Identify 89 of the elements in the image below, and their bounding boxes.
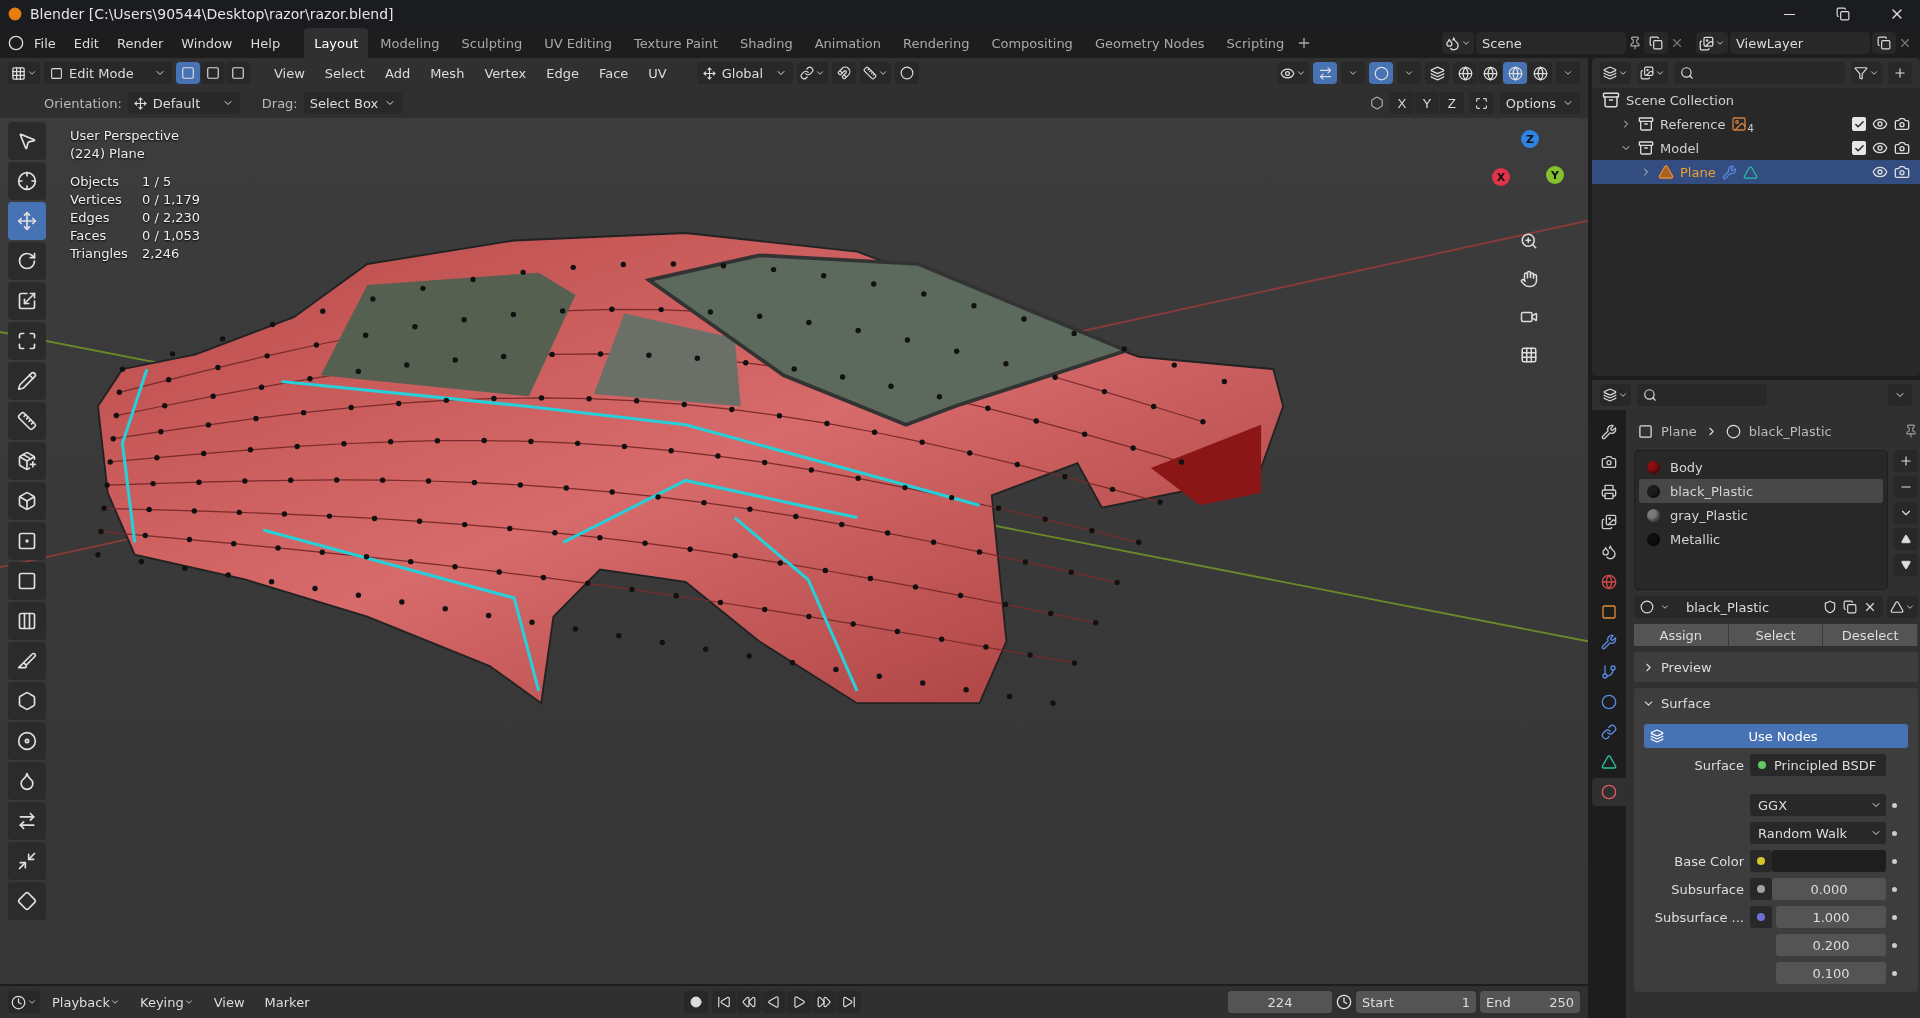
drag-label: Drag: bbox=[261, 95, 298, 111]
axis-gizmo-handle[interactable]: X bbox=[1492, 168, 1510, 186]
number-field[interactable]: 0.100 bbox=[1776, 962, 1886, 984]
workspace-tab[interactable]: Rendering bbox=[893, 28, 980, 58]
workspace-tab[interactable]: Layout bbox=[304, 28, 369, 58]
property-label: Subsurface ... bbox=[1653, 909, 1744, 925]
material-slot[interactable]: gray_Plastic bbox=[1639, 503, 1883, 527]
menu-item[interactable]: Edge bbox=[538, 62, 587, 84]
workspace-tab[interactable]: Animation bbox=[804, 28, 891, 58]
menu-item[interactable]: Face bbox=[590, 62, 637, 84]
material-name-field[interactable]: black_Plastic bbox=[1634, 596, 1883, 618]
menu-item[interactable]: Add bbox=[376, 62, 419, 84]
view-name: User Perspective bbox=[70, 128, 181, 143]
axis-toggle[interactable]: X bbox=[1389, 92, 1414, 114]
menu-item[interactable]: UV bbox=[640, 62, 675, 84]
property-label: Base Color bbox=[1673, 853, 1744, 869]
property-label: Surface bbox=[1693, 757, 1744, 773]
window-title: Blender [C:\Users\90544\Desktop\razor\razor.blend] bbox=[30, 6, 395, 22]
orientation-label: Orientation: bbox=[44, 95, 122, 111]
stat-label: Objects bbox=[70, 174, 121, 189]
drag-dropdown[interactable]: Select Box bbox=[303, 92, 403, 114]
number-field[interactable]: 0.000 bbox=[1772, 878, 1886, 900]
outliner-row[interactable]: Model bbox=[1592, 136, 1920, 160]
object-name: (224) Plane bbox=[70, 146, 146, 161]
stat-value: 0 / 1,053 bbox=[142, 228, 201, 243]
workspace-tab[interactable]: UV Editing bbox=[534, 28, 622, 58]
orientation-dropdown[interactable]: Global bbox=[696, 62, 794, 84]
material-slot[interactable]: Body bbox=[1639, 455, 1883, 479]
stat-label: Triangles bbox=[70, 246, 129, 261]
property-label: Subsurface bbox=[1670, 881, 1744, 897]
stat-value: 1 / 5 bbox=[142, 174, 173, 189]
action-button[interactable]: Deselect bbox=[1823, 624, 1918, 646]
menu-item[interactable]: Mesh bbox=[422, 62, 473, 84]
stat-label: Faces bbox=[70, 228, 108, 243]
menu-item[interactable]: Vertex bbox=[476, 62, 535, 84]
action-button[interactable]: Select bbox=[1728, 624, 1824, 646]
workspace-tab[interactable]: Modeling bbox=[370, 28, 450, 58]
axis-toggle[interactable]: Z bbox=[1439, 92, 1464, 114]
dropdown[interactable]: Random Walk bbox=[1750, 822, 1886, 844]
shader-field[interactable]: Principled BSDF bbox=[1750, 754, 1886, 776]
outliner-row[interactable]: Plane bbox=[1592, 160, 1920, 184]
stat-label: Edges bbox=[70, 210, 111, 225]
workspace-tab[interactable]: Scripting bbox=[1216, 28, 1295, 58]
dropdown[interactable]: GGX bbox=[1750, 794, 1886, 816]
outliner-root-name: Scene Collection bbox=[1626, 92, 1735, 108]
number-field[interactable]: 0.200 bbox=[1776, 934, 1886, 956]
axis-gizmo-handle[interactable]: Y bbox=[1546, 166, 1564, 184]
menu-item[interactable]: View bbox=[266, 62, 313, 84]
menu-item[interactable]: Marker bbox=[256, 991, 318, 1013]
view-layer-field[interactable]: ViewLayer bbox=[1730, 32, 1870, 54]
stat-value: 2,246 bbox=[142, 246, 181, 261]
menu-item[interactable]: View bbox=[205, 991, 253, 1013]
material-slot[interactable]: black_Plastic bbox=[1639, 479, 1883, 503]
breadcrumb-item: Plane bbox=[1661, 423, 1697, 439]
menu-item[interactable]: Render bbox=[108, 32, 172, 54]
number-field[interactable]: 1.000 bbox=[1776, 906, 1886, 928]
use-nodes-button[interactable]: Use Nodes bbox=[1644, 724, 1908, 748]
menu-item[interactable]: Window bbox=[173, 32, 241, 54]
axis-gizmo-handle[interactable]: Z bbox=[1521, 130, 1539, 148]
menu-item[interactable]: Help bbox=[242, 32, 289, 54]
material-slot[interactable]: Metallic bbox=[1639, 527, 1883, 551]
current-frame-field[interactable]: 224 bbox=[1228, 991, 1332, 1013]
stat-value: 0 / 2,230 bbox=[142, 210, 201, 225]
menu-item[interactable]: Keying bbox=[132, 991, 202, 1013]
workspace-tab[interactable]: Compositing bbox=[981, 28, 1083, 58]
workspace-tab[interactable]: Texture Paint bbox=[624, 28, 728, 58]
outliner-item-name: Model bbox=[1660, 140, 1700, 156]
workspace-tab[interactable]: Shading bbox=[729, 28, 803, 58]
menu-item[interactable]: Select bbox=[316, 62, 373, 84]
options-dropdown[interactable]: Options bbox=[1499, 92, 1580, 114]
outliner-item-name: Reference bbox=[1660, 116, 1726, 132]
item-count: 4 bbox=[1747, 122, 1754, 134]
action-button[interactable]: Assign bbox=[1634, 624, 1729, 646]
workspace-tab[interactable]: Sculpting bbox=[451, 28, 533, 58]
axis-toggle[interactable]: Y bbox=[1414, 92, 1439, 114]
menu-item[interactable]: Edit bbox=[65, 32, 107, 54]
mode-dropdown[interactable]: Edit Mode bbox=[44, 62, 172, 84]
orientation-dropdown[interactable]: Default bbox=[127, 92, 240, 114]
outliner-item-name: Plane bbox=[1680, 164, 1716, 180]
stat-value: 0 / 1,179 bbox=[142, 192, 201, 207]
start-frame-field[interactable]: Start 1 bbox=[1356, 991, 1476, 1013]
menu-item[interactable]: File bbox=[26, 32, 64, 54]
workspace-tab[interactable]: Geometry Nodes bbox=[1084, 28, 1215, 58]
scene-field[interactable]: Scene bbox=[1476, 32, 1626, 54]
stat-label: Vertices bbox=[70, 192, 123, 207]
outliner-row[interactable]: Reference 4 bbox=[1592, 112, 1920, 136]
end-frame-field[interactable]: End 250 bbox=[1480, 991, 1580, 1013]
menu-item[interactable]: Playback bbox=[44, 991, 128, 1013]
breadcrumb-item: black_Plastic bbox=[1748, 423, 1832, 439]
